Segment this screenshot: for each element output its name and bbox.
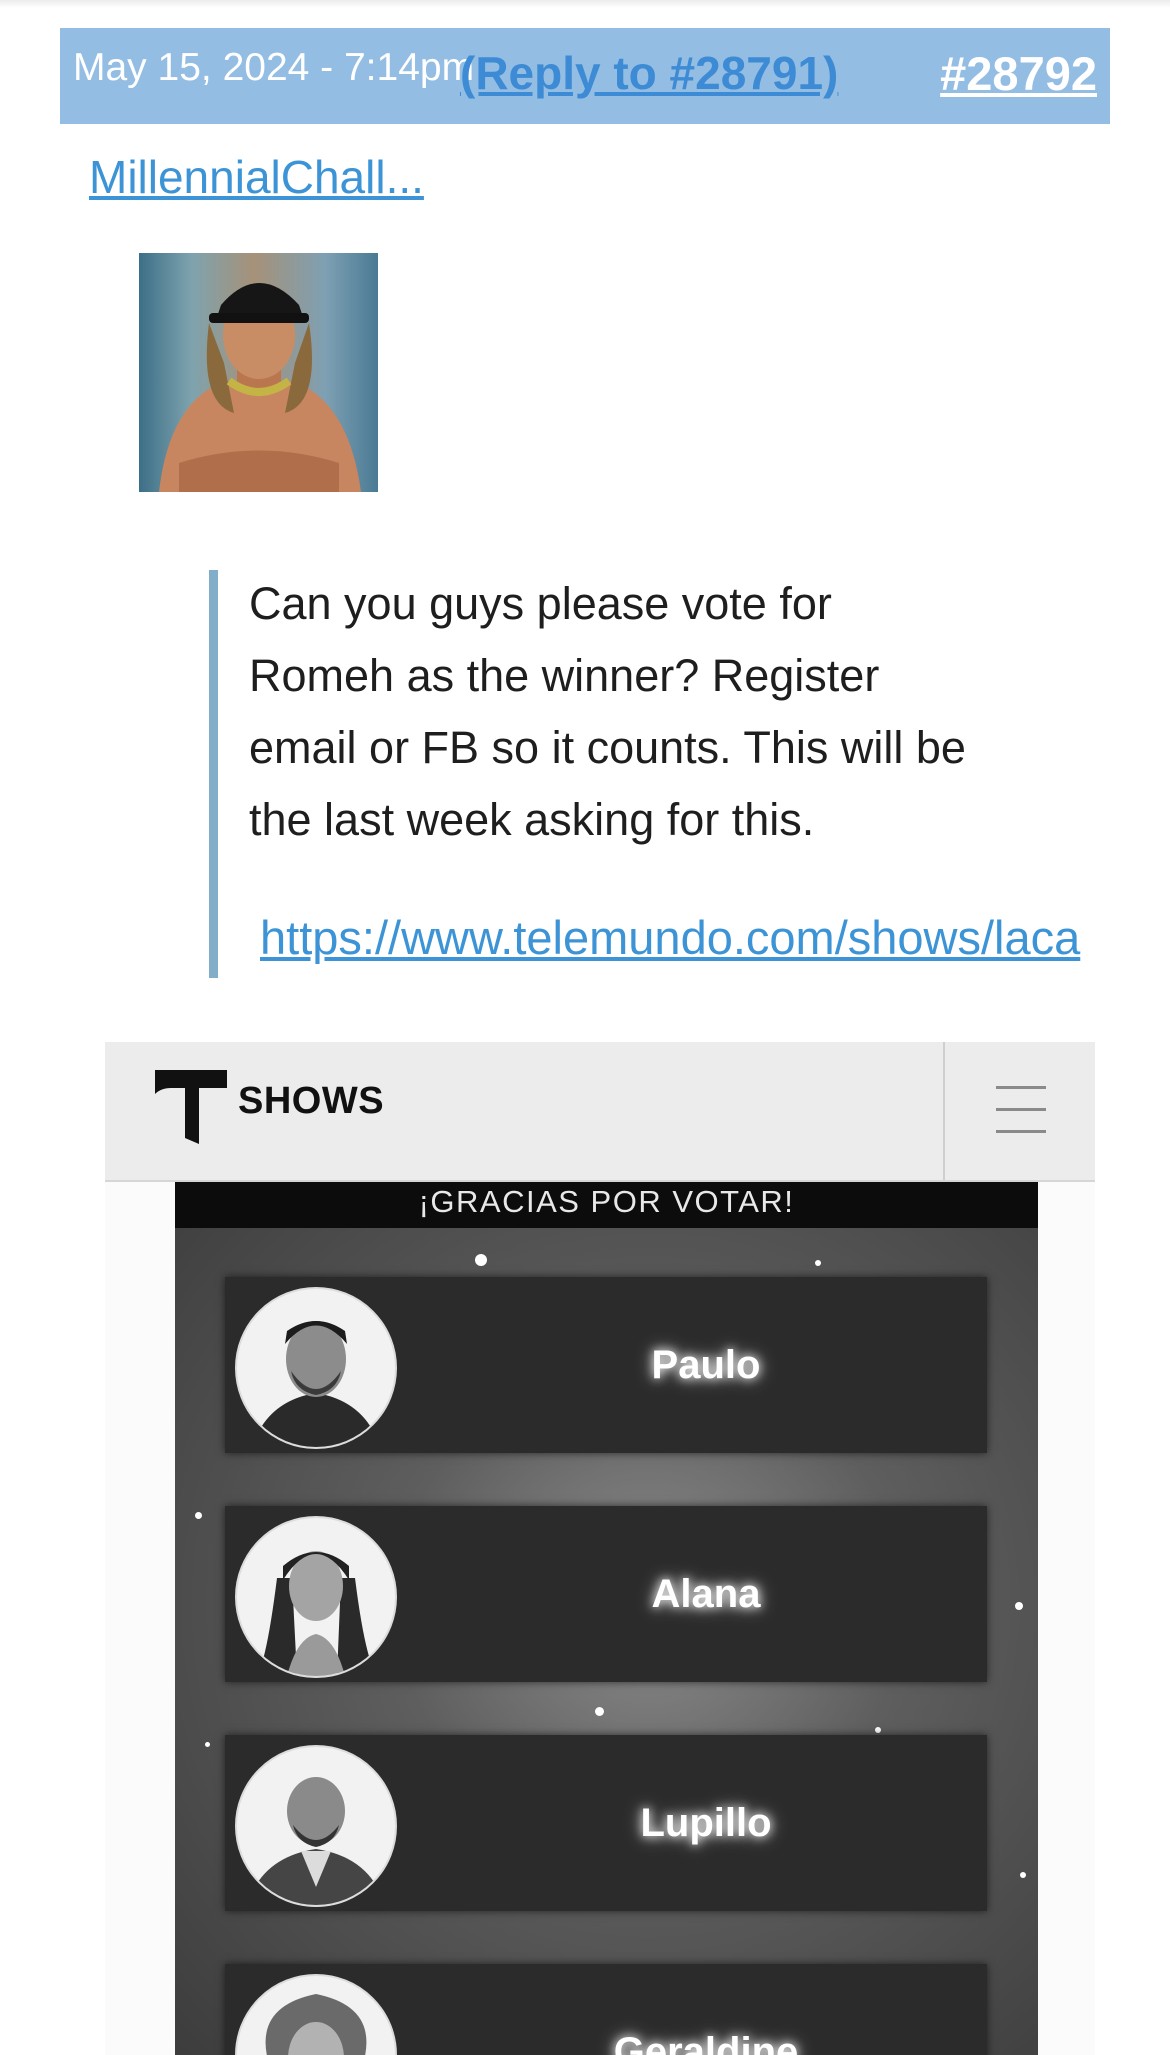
candidate-vote-button[interactable]: Lupillo <box>225 1735 987 1911</box>
candidate-vote-button[interactable]: Geraldine <box>225 1964 987 2055</box>
sparkle <box>205 1742 210 1747</box>
candidate-photo <box>235 1516 397 1678</box>
reply-to-link[interactable]: (Reply to #28791) <box>460 46 838 100</box>
embed-navbar: SHOWS <box>105 1042 1095 1182</box>
sparkle <box>815 1260 821 1266</box>
hamburger-menu-icon[interactable] <box>945 1042 1095 1180</box>
post-header: May 15, 2024 - 7:14pm (Reply to #28791) … <box>60 28 1110 124</box>
candidate-name: Alana <box>651 1572 761 1616</box>
telemundo-t-icon <box>155 1070 227 1144</box>
username-link[interactable]: MillennialChall... <box>89 150 424 204</box>
candidate-name: Paulo <box>651 1343 761 1387</box>
quote-bar <box>209 570 218 978</box>
post-date: May 15, 2024 - 7:14pm <box>73 46 475 89</box>
candidate-name: Geraldine <box>613 2030 799 2055</box>
sparkle <box>875 1727 881 1733</box>
thanks-banner: ¡GRACIAS POR VOTAR! <box>175 1182 1038 1228</box>
candidate-photo <box>235 1745 397 1907</box>
candidate-photo <box>235 1287 397 1449</box>
top-shadow <box>0 0 1170 8</box>
sparkle <box>595 1707 604 1716</box>
candidate-photo <box>235 1974 397 2055</box>
candidate-name: Lupillo <box>640 1801 772 1845</box>
nav-title: SHOWS <box>238 1080 385 1122</box>
sparkle <box>475 1254 487 1266</box>
post-number-link[interactable]: #28792 <box>940 46 1097 101</box>
embedded-screenshot: SHOWS ¡GRACIAS POR VOTAR! Paulo Alana Lu… <box>105 1042 1095 2055</box>
candidate-vote-button[interactable]: Alana <box>225 1506 987 1682</box>
avatar[interactable] <box>139 253 378 492</box>
sparkle <box>195 1512 202 1519</box>
sparkle <box>1020 1872 1026 1878</box>
candidate-vote-button[interactable]: Paulo <box>225 1277 987 1453</box>
sparkle <box>1015 1602 1023 1610</box>
vote-panel: ¡GRACIAS POR VOTAR! Paulo Alana Lupillo … <box>175 1182 1038 2055</box>
telemundo-link[interactable]: https://www.telemundo.com/shows/laca <box>260 910 1110 965</box>
quote-text: Can you guys please vote for Romeh as th… <box>249 578 966 845</box>
avatar-image <box>159 283 361 492</box>
